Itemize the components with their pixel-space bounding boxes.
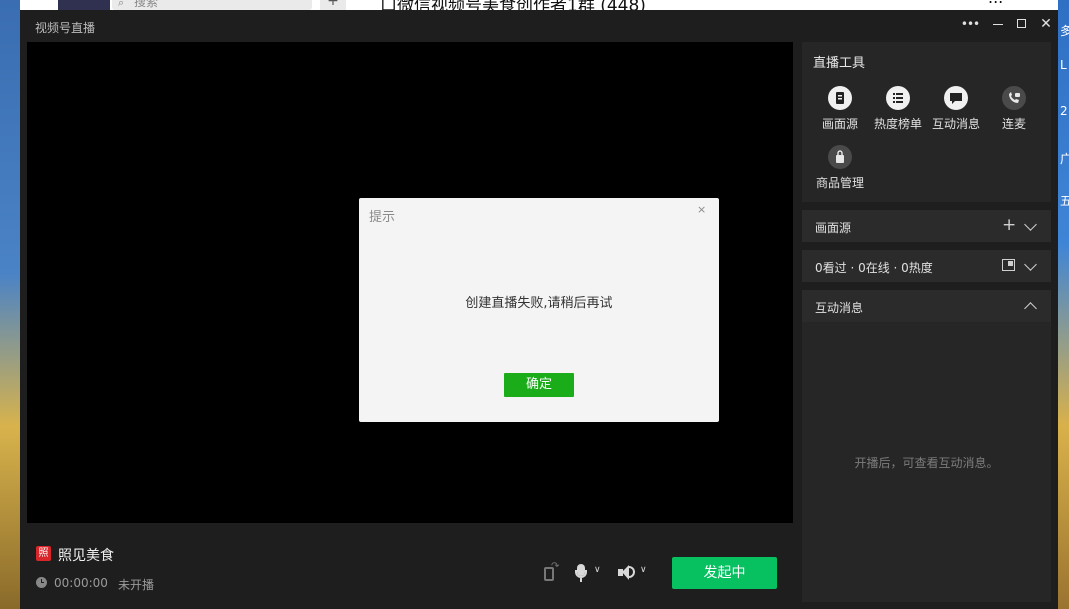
tool-product-management[interactable]: 商品管理: [811, 145, 869, 191]
messages-section-header[interactable]: 互动消息: [802, 290, 1051, 322]
messages-panel: 开播后，可查看互动消息。: [802, 322, 1051, 602]
minimize-icon: [993, 24, 1003, 25]
live-duration: 00:00:00: [54, 576, 108, 590]
speaker-icon-cone: [622, 565, 629, 580]
minimize-button[interactable]: [986, 14, 1010, 34]
microphone-button[interactable]: ∨: [574, 563, 604, 583]
live-stream-window: 视频号直播 ••• ✕ 照 照见美食 00:00:00 未开播 ↷ ∨ ∨ 发起…: [20, 10, 1058, 609]
maximize-icon: [1017, 19, 1026, 28]
chevron-down-icon[interactable]: ∨: [594, 565, 601, 575]
background-peek-char: L: [1060, 58, 1067, 72]
background-peek-char: 五: [1060, 194, 1069, 208]
background-search-box: ⌕ 搜索: [112, 0, 312, 10]
background-peek-char: 广: [1060, 152, 1069, 166]
tool-label: 连麦: [1001, 117, 1026, 131]
background-chat-window: ⌕ 搜索 + 口微信视频号美食创作者1群 (448) ...: [20, 0, 1058, 16]
speaker-icon-wave: [629, 566, 635, 578]
tool-label: 画面源: [821, 117, 858, 131]
picture-source-section[interactable]: 画面源 +: [802, 210, 1051, 242]
ranking-list-icon: [886, 86, 910, 110]
speaker-button[interactable]: ∨: [617, 563, 649, 583]
dialog-message: 创建直播失败,请稍后再试: [465, 296, 613, 311]
window-title: 视频号直播: [35, 21, 96, 35]
chevron-down-icon[interactable]: [1024, 218, 1037, 231]
microphone-icon-stand: [575, 570, 587, 578]
more-options-button[interactable]: •••: [958, 14, 982, 34]
confirm-button[interactable]: 确定: [504, 373, 574, 397]
chevron-down-icon[interactable]: [1024, 258, 1037, 271]
live-status: 未开播: [118, 578, 155, 592]
rotate-screen-button[interactable]: ↷: [542, 561, 560, 583]
background-more-icon: ...: [988, 0, 1003, 7]
stats-section[interactable]: 0看过 · 0在线 · 0热度: [802, 250, 1051, 282]
desktop-wallpaper-left: [0, 0, 20, 609]
rotate-arrow-icon: ↷: [551, 561, 560, 572]
background-plus-button: +: [320, 0, 346, 10]
popout-icon[interactable]: [1002, 259, 1015, 271]
tool-label: 热度榜单: [873, 117, 922, 131]
start-live-button[interactable]: 发起中: [672, 557, 777, 589]
background-peek-char: 2: [1060, 104, 1068, 118]
section-label: 互动消息: [815, 301, 864, 315]
dialog-title: 提示: [369, 210, 396, 225]
title-bar: 视频号直播 ••• ✕: [20, 10, 1058, 40]
close-window-button[interactable]: ✕: [1034, 14, 1058, 34]
background-avatar: [58, 0, 110, 10]
shopping-bag-icon: [828, 145, 852, 169]
clock-icon: [36, 577, 47, 588]
error-dialog: 提示 × 创建直播失败,请稍后再试 确定: [359, 198, 719, 422]
tool-picture-source[interactable]: 画面源: [811, 86, 869, 132]
tool-label: 互动消息: [931, 117, 980, 131]
room-badge-icon: 照: [36, 546, 51, 561]
chevron-down-icon[interactable]: ∨: [640, 565, 647, 575]
tool-label: 商品管理: [815, 176, 864, 190]
tools-title: 直播工具: [813, 56, 866, 71]
background-peek-char: 多: [1060, 24, 1069, 38]
close-icon[interactable]: ×: [697, 203, 706, 216]
desktop-wallpaper-right: 多 L 2 广 五: [1058, 0, 1069, 609]
stats-summary: 0看过 · 0在线 · 0热度: [815, 261, 933, 275]
phone-link-icon: [1002, 86, 1026, 110]
message-bubble-icon: [944, 86, 968, 110]
microphone-icon-leg: [580, 578, 582, 582]
background-search-placeholder: 搜索: [134, 0, 159, 9]
live-tools-panel: 直播工具 画面源 热度榜单 互动消息 连麦 商品管理: [802, 42, 1051, 202]
picture-source-icon: [828, 86, 852, 110]
section-label: 画面源: [815, 221, 852, 235]
messages-empty-hint: 开播后，可查看互动消息。: [854, 456, 999, 470]
tool-co-host[interactable]: 连麦: [985, 86, 1043, 132]
tool-ranking-list[interactable]: 热度榜单: [869, 86, 927, 132]
chevron-up-icon[interactable]: [1024, 302, 1037, 315]
room-name: 照见美食: [58, 548, 114, 564]
tool-interactive-messages[interactable]: 互动消息: [927, 86, 985, 132]
maximize-button[interactable]: [1010, 14, 1034, 34]
add-source-button[interactable]: +: [1002, 215, 1016, 235]
